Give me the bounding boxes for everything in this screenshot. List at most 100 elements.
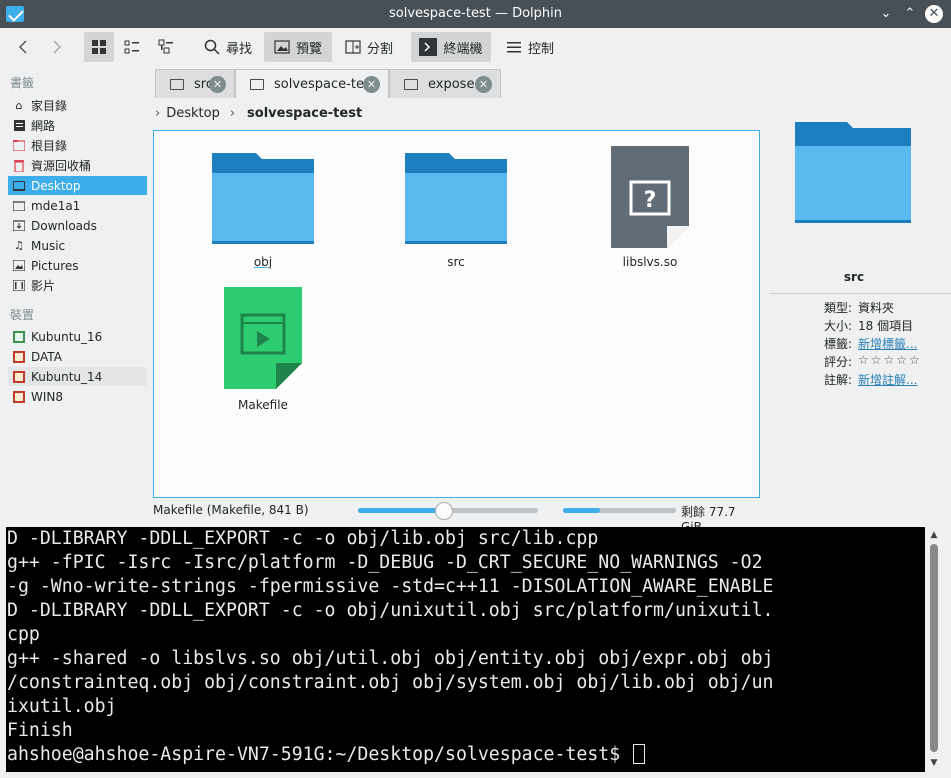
scroll-down-icon[interactable]: ▼ [928,758,940,768]
pictures-icon [12,259,26,273]
info-row-comment: 註解: 新增註解... [770,371,951,389]
terminal-prompt: ahshoe@ahshoe-Aspire-VN7-591G:~/Desktop/… [7,744,632,765]
arrow-left-icon [18,40,27,54]
add-tags-link[interactable]: 新增標籤... [858,335,917,352]
places-item-pictures[interactable]: Pictures [8,256,147,275]
arrow-right-icon [53,40,62,54]
info-row-size: 大小: 18 個項目 [770,317,951,335]
terminal-cursor [633,744,646,764]
file-item-obj[interactable]: obj [193,149,333,274]
find-button[interactable]: 尋找 [197,32,259,62]
tab-exposed[interactable]: exposed ✕ [389,69,501,98]
scroll-up-icon[interactable]: ▲ [928,530,940,540]
icons-view-icon [92,40,106,54]
places-item-label: 網路 [31,119,56,133]
places-item-music[interactable]: ♫ Music [8,236,147,255]
info-key: 標籤: [823,337,852,351]
window-title: solvespace-test — Dolphin [388,6,562,21]
file-name: obj [253,255,273,269]
folder-icon [12,199,26,213]
places-item-label: mde1a1 [31,198,81,213]
device-item-kubuntu16[interactable]: Kubuntu_16 [8,327,147,346]
details-view-icon [158,39,173,54]
file-item-src[interactable]: src [386,149,526,274]
places-item-mde1a1[interactable]: mde1a1 [8,196,147,215]
device-item-label: WIN8 [31,389,64,404]
terminal-line: g++ -shared -o libslvs.so obj/util.obj o… [7,648,774,669]
file-item-makefile[interactable]: Makefile [193,287,333,412]
places-item-desktop[interactable]: Desktop [8,176,147,195]
details-view-button[interactable] [151,32,181,62]
places-item-trash[interactable]: 資源回收桶 [8,156,147,175]
split-button[interactable]: 分割 [338,32,400,62]
compact-view-button[interactable] [117,32,147,62]
device-item-kubuntu14[interactable]: Kubuntu_14 [8,367,147,386]
selection-status-text: Makefile (Makefile, 841 B) [153,503,309,517]
control-menu-button[interactable]: 控制 [499,32,561,62]
file-name: src [447,255,465,269]
tab-src[interactable]: src ✕ [155,69,235,98]
close-window-button[interactable]: ✕ [925,5,943,23]
close-tab-icon[interactable]: ✕ [363,76,380,93]
folder-icon [212,153,314,244]
close-tab-icon[interactable]: ✕ [475,76,492,93]
download-icon [12,219,26,233]
preview-label: 預覽 [295,41,322,57]
video-icon [12,279,26,293]
breadcrumb-current[interactable]: solvespace-test [247,106,362,121]
terminal-line: /constrainteq.obj obj/constraint.obj obj… [7,672,774,693]
compact-view-icon [124,40,139,54]
add-comment-link[interactable]: 新增註解... [858,371,917,388]
makefile-icon [224,287,302,389]
title-bar: solvespace-test — Dolphin ⌄ ⌃ ✕ [0,0,951,28]
device-item-data[interactable]: DATA [8,347,147,366]
breadcrumb-parent[interactable]: Desktop [166,106,220,121]
device-item-label: Kubuntu_16 [31,329,103,344]
maximize-button[interactable]: ⌃ [901,5,919,23]
preview-button[interactable]: 預覽 [264,32,332,62]
device-item-win8[interactable]: WIN8 [8,387,147,406]
zoom-slider-fill [358,508,445,513]
places-item-label: Music [31,238,66,253]
places-item-root[interactable]: 根目錄 [8,136,147,155]
rating-stars[interactable]: ☆☆☆☆☆ [858,353,922,367]
zoom-slider[interactable] [358,502,538,520]
tab-solvespace-test[interactable]: solvespace-test ✕ [235,69,389,98]
places-item-downloads[interactable]: Downloads [8,216,147,235]
unknown-file-icon: ? [611,146,689,248]
terminal-scrollbar[interactable]: ▲ ▼ [928,530,940,770]
drive-icon [12,370,26,384]
terminal-prompt-line[interactable]: ahshoe@ahshoe-Aspire-VN7-591G:~/Desktop/… [7,743,646,767]
icons-view-button[interactable] [84,32,114,62]
file-name: libslvs.so [622,255,678,269]
info-file-name: src [843,270,865,284]
main-toolbar: 尋找 預覽 分割 終端機 控制 [0,28,951,66]
close-tab-icon[interactable]: ✕ [209,76,226,93]
terminal-button[interactable]: 終端機 [411,32,491,62]
file-name: Makefile [238,398,288,412]
control-label: 控制 [527,41,554,57]
file-item-libslvs[interactable]: ? libslvs.so [580,145,720,275]
split-view-icon [345,40,361,54]
drive-icon [12,350,26,364]
terminal-line: D -DLIBRARY -DDLL_EXPORT -c -o obj/unixu… [7,600,774,621]
places-item-network[interactable]: 網路 [8,116,147,135]
chevron-right-icon[interactable]: › [230,106,235,121]
music-icon: ♫ [14,239,24,252]
root-folder-icon [12,139,26,153]
info-key: 類型: [823,301,852,315]
scrollbar-thumb[interactable] [930,544,938,752]
tab-label: solvespace-test [274,76,376,92]
places-item-videos[interactable]: 影片 [8,276,147,295]
file-view[interactable]: obj src ? libslvs.so Makefile [153,130,760,498]
terminal-panel[interactable]: D -DLIBRARY -DDLL_EXPORT -c -o obj/lib.o… [6,527,925,772]
chevron-right-icon[interactable]: › [155,106,160,121]
folder-icon [405,153,507,244]
places-item-home[interactable]: ⌂ 家目錄 [8,96,147,115]
chevron-down-icon[interactable]: ⌄ [877,5,895,23]
zoom-slider-handle[interactable] [435,502,454,520]
folder-icon [170,78,184,90]
back-button[interactable] [10,32,36,62]
status-bar: Makefile (Makefile, 841 B) 剩餘 77.7 GiB [153,500,760,534]
forward-button[interactable] [44,32,70,62]
